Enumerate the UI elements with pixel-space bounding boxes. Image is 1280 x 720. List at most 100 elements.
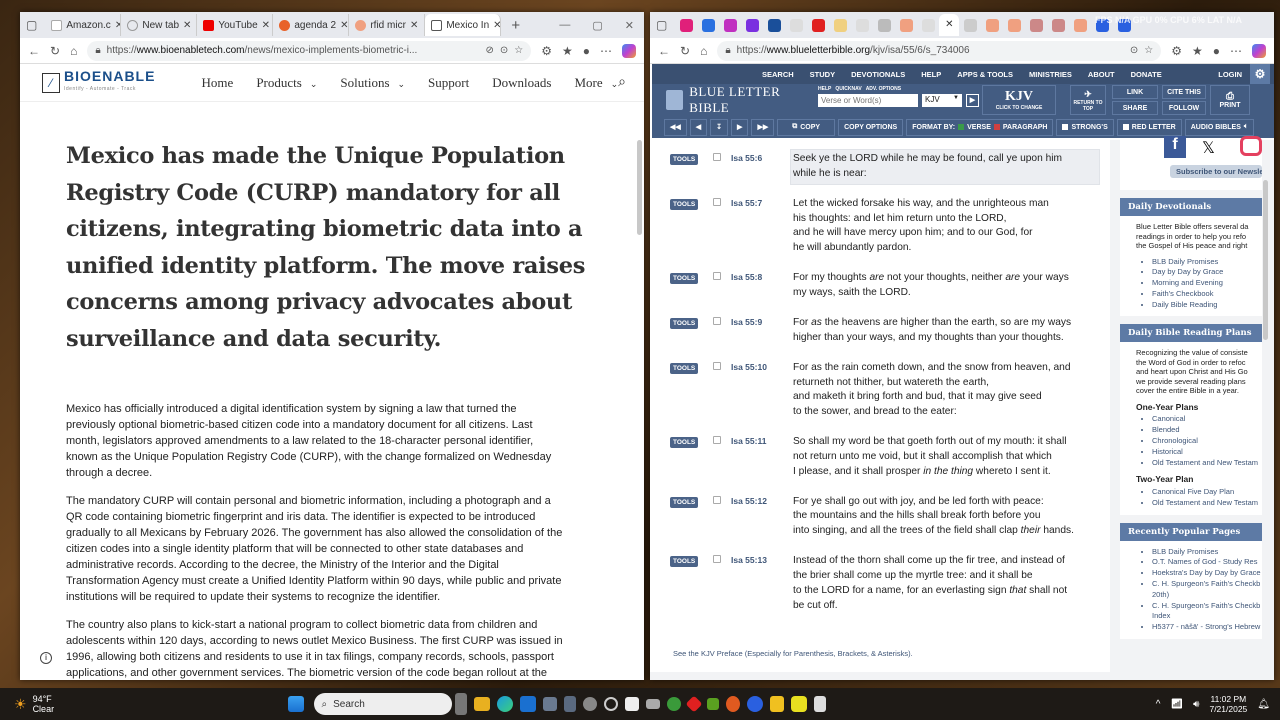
tab-actions-icon[interactable]: ▢ (656, 18, 667, 32)
tools-button[interactable]: TOOLS (670, 317, 699, 329)
nav-solutions[interactable]: Solutions ⌄ (340, 75, 405, 91)
search-icon[interactable]: ⌕ (618, 75, 626, 91)
tools-button[interactable]: TOOLS (670, 362, 699, 374)
copy-verse-icon[interactable] (713, 316, 721, 325)
list-item[interactable]: BLB Daily Promises (1152, 547, 1262, 558)
tab-actions-icon[interactable]: ▢ (26, 18, 37, 32)
tab-favicon-icon[interactable] (834, 18, 848, 32)
network-icon[interactable]: 📶︎ (1170, 699, 1183, 710)
nav-donate[interactable]: DONATE (1131, 70, 1162, 79)
extensions-icon[interactable]: ⚙ (541, 44, 552, 58)
nav-help[interactable]: HELP (921, 70, 941, 79)
tracking-icon[interactable]: ⊘ (485, 45, 493, 56)
login-link[interactable]: LOGIN (1218, 70, 1242, 79)
menu-icon[interactable]: ⋯ (1230, 44, 1242, 58)
nav-products[interactable]: Products ⌄ (256, 75, 317, 91)
favorite-star-icon[interactable]: ☆ (1144, 45, 1153, 56)
tab-favicon-icon[interactable] (878, 18, 892, 32)
list-item[interactable]: Canonical Five Day Plan (1152, 487, 1262, 498)
back-icon[interactable]: ← (28, 44, 40, 58)
close-tab-icon[interactable]: ✕ (493, 20, 500, 31)
settings-icon[interactable] (583, 697, 597, 711)
tab-new[interactable]: New tab ✕ (121, 14, 198, 36)
next-chapter-icon[interactable]: ▶ (731, 118, 749, 136)
start-windows-icon[interactable] (287, 696, 304, 712)
bioenable-logo[interactable]: ⁄ BIOENABLE Identify - Automate - Track (42, 69, 179, 96)
tools-button[interactable]: TOOLS (670, 496, 699, 508)
tab-favicon-icon[interactable] (746, 18, 760, 32)
obs-icon[interactable] (604, 697, 618, 711)
copy-verse-icon[interactable] (713, 436, 721, 445)
tab-favicon-icon[interactable] (768, 18, 782, 32)
nav-downloads[interactable]: Downloads (492, 75, 551, 91)
verse-reference[interactable]: Isa 55:7 (731, 198, 762, 208)
favorites-icon[interactable]: ★ (562, 44, 573, 58)
verse-reference[interactable]: Isa 55:11 (731, 436, 766, 446)
scrollbar[interactable] (637, 140, 642, 235)
tab-mexico[interactable]: Mexico In ✕ (425, 14, 502, 36)
search-links[interactable]: HELP QUICKNAV ADV. OPTIONS (818, 86, 901, 92)
tools-button[interactable]: TOOLS (670, 437, 699, 449)
nvidia-icon[interactable] (707, 698, 719, 710)
tab-favicon-icon[interactable] (964, 18, 978, 32)
nav-ministries[interactable]: MINISTRIES (1029, 70, 1072, 79)
copy-button[interactable]: ⧉ COPY (777, 118, 836, 136)
subscribe-button[interactable]: Subscribe to our Newsletter (1170, 165, 1262, 178)
close-tab-icon[interactable]: ✕ (340, 20, 348, 31)
url-input[interactable]: 🔒︎ https://www.blueletterbible.org/kjv/is… (717, 40, 1162, 61)
list-item[interactable]: Chronological (1152, 436, 1262, 447)
file-explorer-icon[interactable] (474, 697, 490, 711)
list-item[interactable]: Old Testament and New Testam (1152, 498, 1262, 509)
copy-options-button[interactable]: COPY OPTIONS (838, 118, 904, 136)
copy-verse-icon[interactable] (713, 153, 721, 161)
x-twitter-icon[interactable]: 𝕏 (1202, 138, 1215, 158)
tab-favicon-icon[interactable] (702, 18, 716, 32)
link-button[interactable]: LINK (1112, 85, 1158, 99)
tab-favicon-icon[interactable] (680, 18, 694, 32)
verse-search-input[interactable] (818, 94, 918, 107)
app-icon[interactable] (646, 699, 660, 709)
verse-reference[interactable]: Isa 55:9 (731, 317, 762, 327)
scrollbar[interactable] (1263, 180, 1268, 340)
nav-search[interactable]: SEARCH (762, 70, 794, 79)
return-to-top-button[interactable]: ✈ RETURN TO TOP (1070, 85, 1106, 115)
profile-avatar[interactable]: ● (583, 44, 590, 58)
list-item[interactable]: Historical (1152, 447, 1262, 458)
home-icon[interactable]: ⌂ (70, 44, 77, 58)
info-icon[interactable]: i (40, 652, 52, 664)
tab-blueletterbible-active[interactable]: ✕ (939, 14, 960, 36)
back-icon[interactable]: ← (658, 44, 670, 58)
more-icon[interactable]: ⊙ (500, 45, 508, 56)
copy-verse-icon[interactable] (713, 555, 721, 564)
copilot-icon[interactable] (1252, 43, 1266, 58)
copy-verse-icon[interactable] (713, 272, 721, 281)
task-view-icon[interactable] (455, 693, 467, 715)
document-icon[interactable] (814, 696, 826, 712)
tab-favicon-icon[interactable] (812, 18, 826, 32)
list-item[interactable]: BLB Daily Promises (1152, 257, 1262, 268)
blb-logo[interactable]: BLUE LETTER BIBLE (666, 84, 818, 116)
verse-checkbox[interactable] (958, 124, 965, 130)
refresh-icon[interactable]: ↻ (50, 44, 60, 58)
tab-favicon-icon[interactable] (922, 18, 936, 32)
camera-icon[interactable] (543, 697, 557, 711)
profile-avatar[interactable]: ● (1213, 44, 1220, 58)
list-item[interactable]: H5377 - nāšā' - Strong's Hebrew (1152, 622, 1262, 633)
menu-icon[interactable]: ⋯ (600, 44, 612, 58)
tab-agenda[interactable]: agenda 2 ✕ (273, 14, 350, 36)
tab-youtube[interactable]: YouTube ✕ (197, 14, 274, 36)
refresh-icon[interactable]: ↻ (680, 44, 690, 58)
capcut-icon[interactable] (625, 697, 639, 711)
verse-reference[interactable]: Isa 55:8 (731, 272, 762, 282)
sticky-notes-icon[interactable] (770, 696, 784, 712)
facebook-icon[interactable]: f (1164, 136, 1186, 158)
share-button[interactable]: SHARE (1112, 101, 1158, 115)
tab-favicon-icon[interactable] (1074, 18, 1088, 32)
list-item[interactable]: Canonical (1152, 414, 1262, 425)
close-tab-icon[interactable]: ✕ (183, 20, 191, 31)
close-tab-icon[interactable]: ✕ (945, 19, 953, 30)
tools-button[interactable]: TOOLS (670, 556, 699, 568)
tab-favicon-icon[interactable] (900, 18, 914, 32)
version-select[interactable]: KJV ▼ (922, 94, 962, 107)
verse-reference[interactable]: Isa 55:10 (731, 362, 767, 372)
